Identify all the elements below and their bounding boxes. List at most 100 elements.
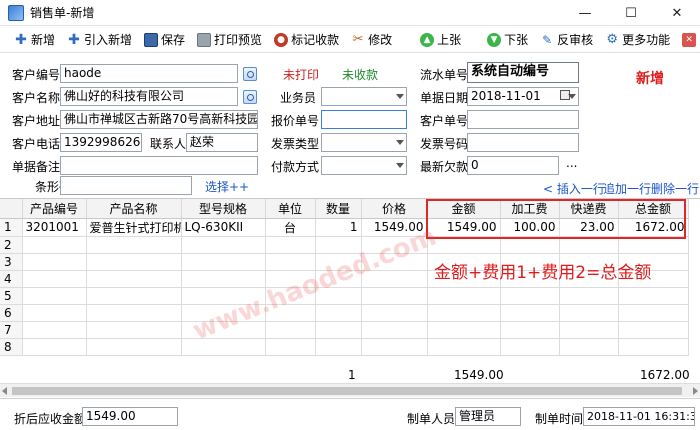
more-functions-button[interactable]: ⚙ 更多功能 (599, 29, 676, 51)
chevron-down-icon[interactable] (396, 94, 404, 99)
table-cell[interactable] (265, 321, 316, 339)
close-button[interactable]: ✕关闭 (676, 29, 700, 51)
customer-code-input[interactable]: haode (60, 64, 238, 83)
table-cell[interactable] (86, 270, 182, 288)
latest-debt-more-button[interactable]: ... (566, 156, 577, 170)
close-window-button[interactable]: ✕ (654, 0, 700, 26)
chevron-down-icon[interactable] (568, 94, 576, 99)
select-products-link[interactable]: 选择++ (205, 178, 249, 195)
minimize-button[interactable]: — (562, 0, 608, 26)
table-row[interactable]: 6 (0, 304, 689, 322)
customer-phone-input[interactable]: 13929986267 (60, 133, 142, 152)
table-cell[interactable] (427, 287, 501, 305)
table-cell[interactable] (500, 287, 560, 305)
table-cell[interactable] (500, 338, 560, 356)
table-cell[interactable] (315, 236, 362, 254)
table-cell[interactable] (559, 304, 619, 322)
table-cell[interactable]: LQ-630KII (181, 218, 266, 237)
table-cell[interactable] (86, 287, 182, 305)
table-cell[interactable] (315, 338, 362, 356)
horizontal-scrollbar[interactable] (0, 383, 700, 397)
table-cell[interactable] (181, 236, 266, 254)
column-header[interactable]: 产品名称 (86, 199, 182, 219)
table-cell[interactable]: 爱普生针式打印机 (86, 218, 182, 237)
table-cell[interactable]: 1 (315, 218, 362, 237)
table-cell[interactable] (22, 304, 87, 322)
table-cell[interactable] (361, 321, 428, 339)
table-cell[interactable] (86, 321, 182, 339)
chevron-down-icon[interactable] (396, 163, 404, 168)
insert-row-link[interactable]: < 插入一行 (543, 180, 605, 197)
table-cell[interactable] (22, 236, 87, 254)
mark-collected-button[interactable]: ● 标记收款 (268, 29, 345, 51)
table-row[interactable]: 8 (0, 338, 689, 356)
invoice-no-input[interactable] (467, 133, 579, 152)
prev-button[interactable]: ▲ 上张 (414, 29, 467, 51)
column-header[interactable]: 型号规格 (181, 199, 266, 219)
scrollbar-thumb[interactable] (12, 387, 682, 395)
customer-name-input[interactable]: 佛山好的科技有限公司 (60, 87, 238, 106)
table-cell[interactable] (361, 338, 428, 356)
salesman-select[interactable] (321, 87, 407, 106)
table-cell[interactable] (265, 338, 316, 356)
table-cell[interactable] (559, 321, 619, 339)
lookup-icon[interactable] (243, 90, 257, 104)
save-button[interactable]: 保存 (138, 29, 191, 51)
table-cell[interactable] (618, 338, 689, 356)
table-cell[interactable] (427, 338, 501, 356)
table-cell[interactable] (22, 321, 87, 339)
scroll-left-icon[interactable] (2, 387, 7, 395)
table-cell[interactable] (361, 287, 428, 305)
table-row[interactable]: 7 (0, 321, 689, 339)
import-new-button[interactable]: ✚ 引入新增 (61, 29, 138, 51)
unaudit-button[interactable]: ✎ 反审核 (534, 29, 599, 51)
new-button[interactable]: ✚ 新增 (8, 29, 61, 51)
barcode-input[interactable] (60, 176, 192, 195)
quote-no-input[interactable] (321, 110, 407, 129)
table-cell[interactable] (22, 253, 87, 271)
next-button[interactable]: ▼ 下张 (481, 29, 534, 51)
table-cell[interactable] (618, 321, 689, 339)
customer-address-input[interactable]: 佛山市禅城区古新路70号高新科技园 (60, 110, 258, 129)
maximize-button[interactable]: ☐ (608, 0, 654, 26)
table-cell[interactable] (22, 338, 87, 356)
scroll-right-icon[interactable] (693, 387, 698, 395)
table-cell[interactable] (618, 304, 689, 322)
table-cell[interactable] (181, 270, 266, 288)
discount-amount-field[interactable]: 1549.00 (82, 407, 178, 426)
chevron-down-icon[interactable] (396, 140, 404, 145)
table-cell[interactable] (559, 287, 619, 305)
table-cell[interactable] (22, 270, 87, 288)
contact-input[interactable]: 赵荣 (186, 133, 258, 152)
table-cell[interactable] (315, 304, 362, 322)
table-cell[interactable]: 3201001 (22, 218, 87, 237)
invoice-type-select[interactable] (321, 133, 407, 152)
table-cell[interactable] (559, 338, 619, 356)
customer-order-input[interactable] (467, 110, 579, 129)
table-cell[interactable] (181, 338, 266, 356)
table-cell[interactable] (86, 236, 182, 254)
table-cell[interactable] (427, 321, 501, 339)
append-row-link[interactable]: 追加一行 (603, 180, 651, 197)
table-cell[interactable] (427, 304, 501, 322)
table-cell[interactable] (181, 253, 266, 271)
table-cell[interactable]: 台 (265, 218, 316, 237)
table-cell[interactable] (500, 304, 560, 322)
edit-button[interactable]: ✂ 修改 (345, 29, 398, 51)
column-header[interactable]: 单位 (265, 199, 316, 219)
table-cell[interactable] (22, 287, 87, 305)
table-cell[interactable] (618, 287, 689, 305)
table-cell[interactable] (86, 338, 182, 356)
table-cell[interactable] (86, 253, 182, 271)
table-cell[interactable] (86, 304, 182, 322)
lookup-icon[interactable] (243, 67, 257, 81)
column-header[interactable]: 数量 (315, 199, 362, 219)
delete-row-link[interactable]: 删除一行 (651, 180, 699, 197)
table-cell[interactable] (361, 304, 428, 322)
table-cell[interactable] (265, 236, 316, 254)
table-cell[interactable] (265, 253, 316, 271)
print-preview-button[interactable]: 打印预览 (191, 29, 268, 51)
table-row[interactable]: 5 (0, 287, 689, 305)
table-cell[interactable] (315, 321, 362, 339)
column-header[interactable]: 产品编号 (22, 199, 87, 219)
